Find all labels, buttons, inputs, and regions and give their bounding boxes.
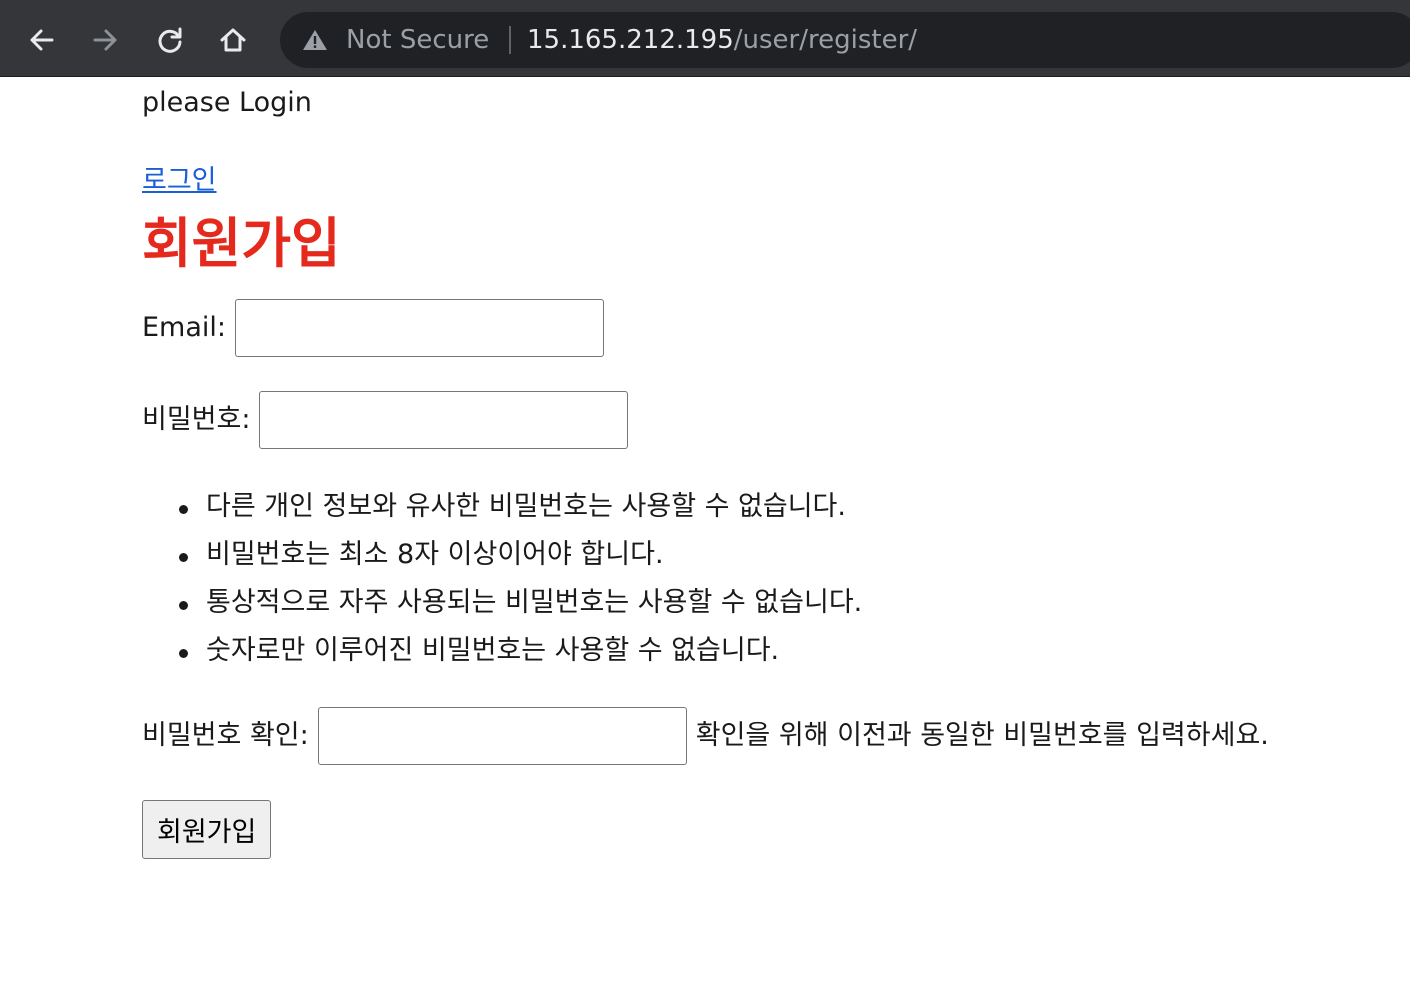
email-row: Email: [142,299,605,357]
browser-toolbar: Not Secure 15.165.212.195/user/register/ [0,0,1410,77]
url-host: 15.165.212.195 [527,25,734,55]
password-rules-list: 다른 개인 정보와 유사한 비밀번호는 사용할 수 없습니다. 비밀번호는 최소… [142,487,862,679]
forward-arrow-icon [93,29,117,51]
reload-button[interactable] [150,20,190,60]
reload-icon [158,27,182,53]
list-item: 비밀번호는 최소 8자 이상이어야 합니다. [142,535,862,583]
login-prompt-text: please Login [142,87,312,118]
register-submit-button[interactable]: 회원가입 [142,800,272,859]
url-path: /user/register/ [733,25,918,55]
email-label: Email: [142,312,227,343]
password-confirm-row: 비밀번호 확인: 확인을 위해 이전과 동일한 비밀번호를 입력하세요. [142,707,1269,765]
not-secure-label[interactable]: Not Secure [346,25,489,55]
password-confirm-label: 비밀번호 확인: [142,720,309,751]
forward-button[interactable] [85,20,125,60]
list-item: 통상적으로 자주 사용되는 비밀번호는 사용할 수 없습니다. [142,583,862,631]
password-field[interactable] [259,391,629,449]
email-field[interactable] [235,299,605,357]
address-bar[interactable]: Not Secure 15.165.212.195/user/register/ [280,12,1410,68]
back-arrow-icon [30,29,54,51]
warning-triangle-icon[interactable] [302,28,328,52]
password-confirm-field[interactable] [317,707,687,765]
home-icon [220,28,246,52]
password-row: 비밀번호: [142,391,629,449]
back-button[interactable] [22,20,62,60]
url-text[interactable]: 15.165.212.195/user/register/ [527,25,917,55]
login-link[interactable]: 로그인 [142,164,217,198]
list-item: 다른 개인 정보와 유사한 비밀번호는 사용할 수 없습니다. [142,487,862,535]
omnibox-divider [509,26,511,54]
page-title: 회원가입 [142,212,341,275]
password-label: 비밀번호: [142,404,251,435]
home-button[interactable] [213,20,253,60]
list-item: 숫자로만 이루어진 비밀번호는 사용할 수 없습니다. [142,631,862,679]
password-confirm-help-text: 확인을 위해 이전과 동일한 비밀번호를 입력하세요. [695,720,1269,751]
